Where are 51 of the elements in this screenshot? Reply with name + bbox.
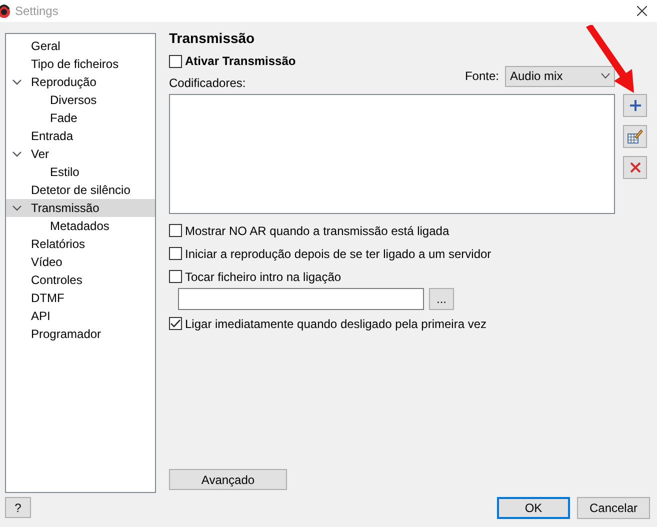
checkbox[interactable] xyxy=(169,247,182,260)
tree-item[interactable]: API xyxy=(6,307,155,325)
tree-item[interactable]: Reprodução xyxy=(6,73,155,91)
cancel-button[interactable]: Cancelar xyxy=(577,496,650,518)
help-button[interactable]: ? xyxy=(5,497,31,518)
close-icon xyxy=(630,162,640,173)
checkbox[interactable] xyxy=(169,224,182,237)
browse-button[interactable]: ... xyxy=(429,288,454,310)
app-logo-icon xyxy=(0,3,11,19)
encoders-label: Codificadores: xyxy=(169,76,246,90)
tree-item[interactable]: Relatórios xyxy=(6,235,155,253)
close-icon[interactable] xyxy=(637,6,647,16)
tree-item[interactable]: Vídeo xyxy=(6,253,155,271)
edit-button[interactable] xyxy=(623,125,647,148)
checkbox-label: Iniciar a reprodução depois de se ter ligado a um servidor xyxy=(185,246,492,260)
plus-icon xyxy=(630,100,640,111)
chevron-down-icon[interactable] xyxy=(12,203,22,213)
advanced-button[interactable]: Avançado xyxy=(169,469,287,490)
window-title: Settings xyxy=(15,4,58,18)
checkbox-label: Ativar Transmissão xyxy=(185,54,296,68)
chevron-down-icon xyxy=(601,73,610,79)
tree-item[interactable]: DTMF xyxy=(6,289,155,307)
tree-item[interactable]: Fade xyxy=(6,109,155,127)
tree-item[interactable]: Geral xyxy=(6,37,155,55)
tree-item[interactable]: Transmissão xyxy=(6,199,155,217)
chevron-down-icon[interactable] xyxy=(12,149,22,159)
ok-button[interactable]: OK xyxy=(497,496,570,518)
add-button[interactable] xyxy=(623,94,647,117)
checkbox-label: Ligar imediatamente quando desligado pela primeira vez xyxy=(185,316,487,330)
tree-item[interactable]: Ver xyxy=(6,145,155,163)
encoder-list[interactable] xyxy=(169,94,615,214)
file-path-field[interactable] xyxy=(178,288,424,310)
tree-item[interactable]: Tipo de ficheiros xyxy=(6,55,155,73)
tree-item[interactable]: Entrada xyxy=(6,127,155,145)
tree-item[interactable]: Diversos xyxy=(6,91,155,109)
checkbox[interactable] xyxy=(169,317,182,330)
checkbox[interactable] xyxy=(169,270,182,283)
checkbox[interactable] xyxy=(169,54,182,68)
delete-button[interactable] xyxy=(623,156,647,179)
checkbox-label: Tocar ficheiro intro na ligação xyxy=(185,270,342,284)
tree-item[interactable]: Estilo xyxy=(6,163,155,181)
tree-item[interactable]: Detetor de silêncio xyxy=(6,181,155,199)
source-label: Fonte: xyxy=(464,69,499,83)
tree-item[interactable]: Controles xyxy=(6,271,155,289)
edit-icon xyxy=(627,129,643,144)
panel-heading: Transmissão xyxy=(169,30,256,48)
source-dropdown[interactable]: Audio mix xyxy=(505,66,615,86)
chevron-down-icon[interactable] xyxy=(12,77,22,87)
checkbox-label: Mostrar NO AR quando a transmissão está ligada xyxy=(185,224,450,238)
tree-item[interactable]: Metadados xyxy=(6,217,155,235)
tree-item[interactable]: Programador xyxy=(6,325,155,343)
